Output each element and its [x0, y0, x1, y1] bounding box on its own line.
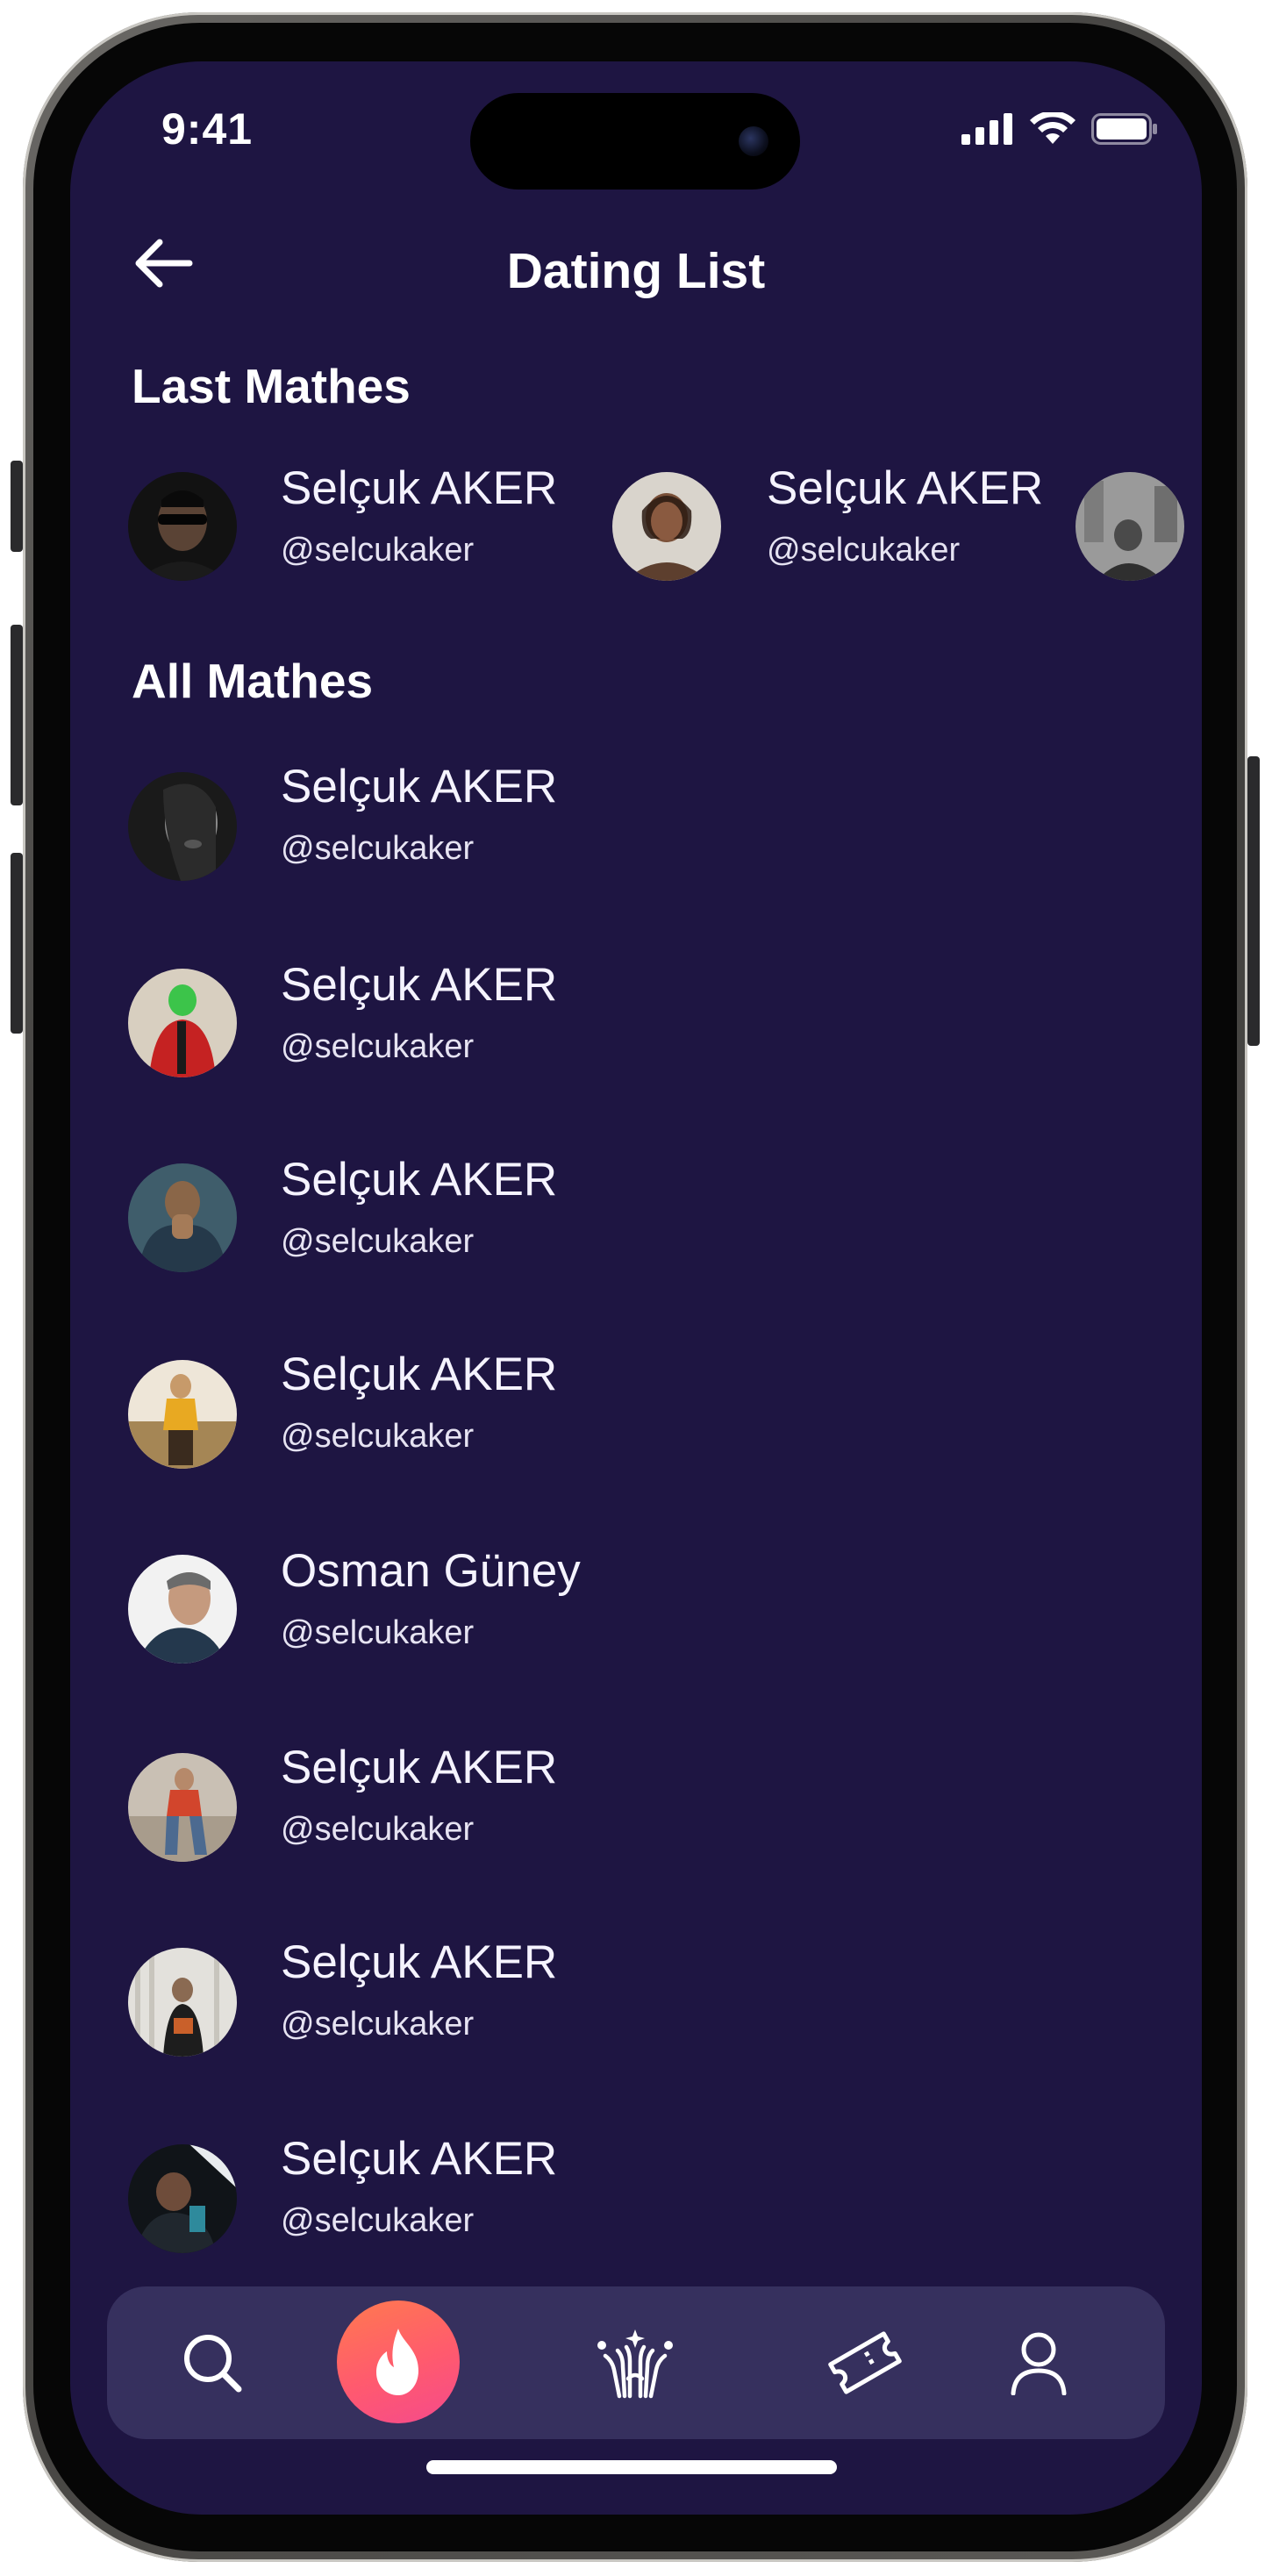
match-name: Selçuk AKER [281, 1936, 558, 1988]
wifi-icon [1030, 111, 1075, 150]
page-title: Dating List [506, 243, 766, 299]
match-handle: @selcukaker [281, 830, 475, 867]
action-button [11, 461, 23, 552]
tab-community[interactable] [582, 2286, 688, 2439]
match-handle: @selcukaker [281, 2006, 475, 2043]
flame-icon [376, 2329, 418, 2395]
bottom-tab-bar [107, 2286, 1165, 2439]
all-matches-title: All Mathes [132, 654, 374, 708]
signal-icon [961, 113, 1014, 149]
match-name: Selçuk AKER [281, 2133, 558, 2185]
home-indicator [426, 2460, 837, 2474]
match-name: Selçuk AKER [281, 462, 558, 514]
match-handle: @selcukaker [281, 1614, 475, 1651]
tab-matches[interactable] [337, 2301, 460, 2423]
search-icon [184, 2335, 242, 2393]
match-handle: @selcukaker [281, 1028, 475, 1065]
tab-search[interactable] [160, 2286, 265, 2439]
avatar [128, 472, 237, 581]
match-name: Selçuk AKER [281, 1154, 558, 1206]
avatar [1075, 472, 1184, 581]
tab-tickets[interactable] [812, 2286, 918, 2439]
dynamic-island [470, 93, 800, 190]
match-handle: @selcukaker [281, 1811, 475, 1848]
avatar [128, 1163, 237, 1272]
app-screen: 9:41 Dating List Last Mathes Selçuk AKER… [70, 61, 1202, 2515]
avatar [128, 969, 237, 1077]
avatar [128, 772, 237, 881]
avatar [128, 1948, 237, 2057]
match-name: Selçuk AKER [281, 959, 558, 1011]
status-icons [961, 111, 1158, 150]
last-matches-title: Last Mathes [132, 359, 411, 413]
match-handle: @selcukaker [281, 1223, 475, 1260]
match-handle: @selcukaker [767, 532, 961, 569]
match-name: Selçuk AKER [281, 1349, 558, 1400]
avatar [128, 1360, 237, 1469]
power-button [1247, 756, 1260, 1046]
ticket-icon [828, 2331, 902, 2394]
volume-up-button [11, 625, 23, 805]
profile-icon [1011, 2332, 1067, 2395]
match-handle: @selcukaker [281, 532, 475, 569]
match-handle: @selcukaker [281, 1418, 475, 1455]
hands-icon [597, 2329, 673, 2399]
status-time: 9:41 [161, 104, 254, 154]
avatar [128, 2144, 237, 2253]
battery-icon [1091, 113, 1158, 149]
avatar [128, 1555, 237, 1664]
match-name: Selçuk AKER [281, 1742, 558, 1793]
match-name: Osman Güney [281, 1545, 581, 1597]
match-name: Selçuk AKER [281, 761, 558, 812]
avatar [612, 472, 721, 581]
match-name: Selçuk AKER [767, 462, 1044, 514]
tab-profile[interactable] [986, 2286, 1091, 2439]
match-handle: @selcukaker [281, 2202, 475, 2239]
avatar [128, 1753, 237, 1862]
volume-down-button [11, 853, 23, 1034]
camera-icon [739, 126, 768, 156]
